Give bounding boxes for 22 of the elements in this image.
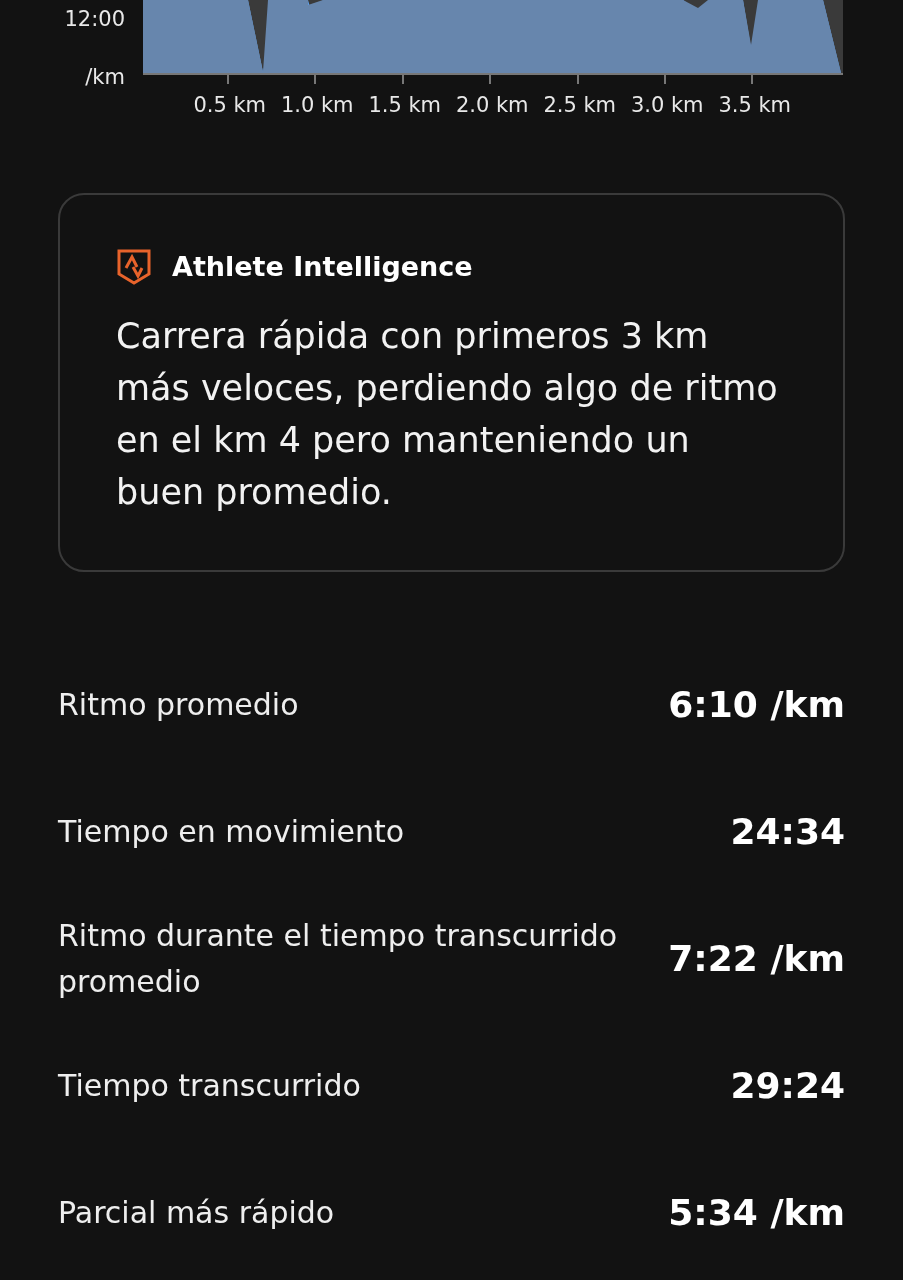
axis-label: 0.5 km xyxy=(192,92,268,119)
axis-label: 1.5 km xyxy=(367,92,443,119)
axis-label: 3.0 km xyxy=(629,92,705,119)
stat-value: 7:22 /km xyxy=(668,937,845,981)
stat-value: 29:24 xyxy=(730,1064,845,1108)
stat-label: Tiempo transcurrido xyxy=(58,1067,361,1105)
card-title: Athlete Intelligence xyxy=(172,250,473,284)
stat-value: 24:34 xyxy=(730,810,845,854)
stat-label: Tiempo en movimiento xyxy=(58,813,405,851)
stat-value: 5:34 /km xyxy=(668,1191,845,1235)
axis-label: 3.5 km xyxy=(717,92,793,119)
axis-label: 2.5 km xyxy=(542,92,618,119)
stat-label: Ritmo durante el tiempo transcurrido promedio xyxy=(58,917,619,1001)
axis-label: 1.0 km xyxy=(279,92,355,119)
axis-label: 2.0 km xyxy=(454,92,530,119)
axis-label: /km xyxy=(85,63,125,91)
stat-value: 6:10 /km xyxy=(668,683,845,727)
stat-label: Parcial más rápido xyxy=(58,1194,335,1232)
insight-text: Carrera rápida con primeros 3 km más veloces, perdiendo algo de ritmo en el km 4 pero manteniendo un buen promedio. xyxy=(116,314,779,514)
stat-label: Ritmo promedio xyxy=(58,686,299,724)
shield-logo-icon xyxy=(116,248,152,287)
axis-label: 12:00 xyxy=(64,6,125,33)
